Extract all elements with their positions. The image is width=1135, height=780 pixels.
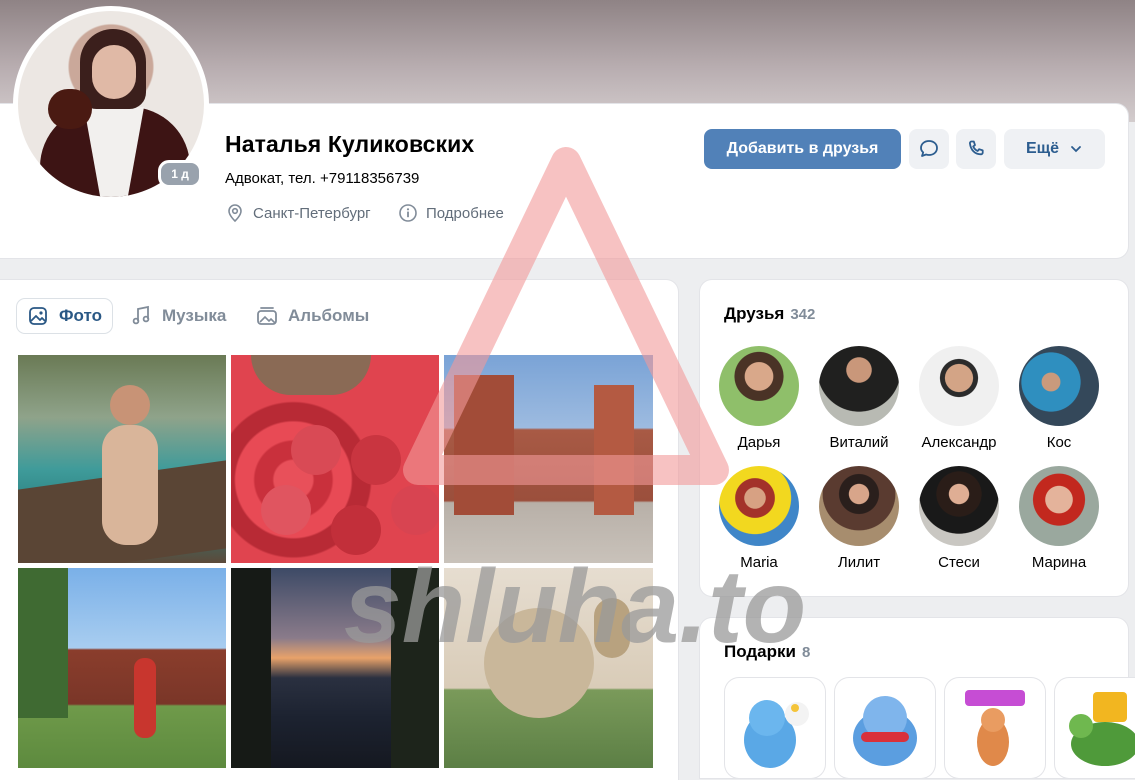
profile-city: Санкт-Петербург [225, 203, 371, 223]
cat-with-flowers-sticker-icon [744, 700, 809, 768]
photo-icon [29, 307, 47, 325]
friends-header[interactable]: Друзья 342 [724, 304, 815, 324]
location-pin-icon [228, 204, 242, 223]
friends-count: 342 [790, 306, 816, 323]
more-label: Ещё [1025, 140, 1060, 157]
gifts-header[interactable]: Подарки 8 [724, 642, 810, 662]
phone-icon [969, 140, 984, 156]
tab-photos[interactable]: Фото [17, 299, 112, 333]
avatar [719, 346, 799, 426]
tab-albums-label: Альбомы [288, 306, 370, 325]
add-friend-button[interactable]: Добавить в друзья [704, 129, 901, 169]
info-icon [399, 204, 417, 222]
albums-icon [257, 307, 277, 325]
tab-music-label: Музыка [162, 306, 227, 325]
friend-item[interactable]: Дарья [711, 346, 807, 451]
photo-thumbnail[interactable] [231, 568, 439, 768]
avatar [719, 466, 799, 546]
profile-details-link[interactable]: Подробнее [398, 203, 504, 223]
friend-item[interactable]: Лилит [811, 466, 907, 571]
gifts-title: Подарки [724, 642, 796, 661]
gift-item[interactable] [835, 678, 935, 778]
avatar [1019, 346, 1099, 426]
happy-birthday-sticker-icon [965, 690, 1025, 766]
profile-status: Адвокат, тел. +79118356739 [225, 170, 420, 187]
friend-item[interactable]: Марина [1011, 466, 1107, 571]
avatar [819, 466, 899, 546]
avatar [1019, 466, 1099, 546]
message-button[interactable] [909, 129, 949, 169]
profile-name: Наталья Куликовских [225, 131, 475, 157]
gift-item[interactable] [1055, 678, 1135, 778]
friend-name: Александр [921, 434, 997, 451]
more-actions-dropdown[interactable]: Ещё [1004, 129, 1105, 169]
chevron-down-icon [1071, 146, 1081, 153]
tab-music[interactable]: Музыка [120, 299, 236, 333]
message-icon [920, 140, 938, 157]
photo-thumbnail[interactable] [444, 568, 653, 768]
tab-albums[interactable]: Альбомы [246, 299, 379, 333]
last-seen-badge: 1 д [158, 160, 202, 188]
friend-name: Maria [740, 554, 778, 571]
music-icon [132, 305, 150, 325]
gifts-count: 8 [801, 644, 811, 661]
photo-thumbnail[interactable] [18, 355, 226, 563]
photo-thumbnail[interactable] [231, 355, 439, 563]
friend-item[interactable]: Стеси [911, 466, 1007, 571]
gift-item[interactable] [725, 678, 825, 778]
friend-name: Виталий [829, 434, 889, 451]
turtle-gift-sticker-icon [1069, 692, 1135, 766]
details-label: Подробнее [426, 204, 504, 222]
gift-item[interactable] [945, 678, 1045, 778]
avatar [819, 346, 899, 426]
friend-item[interactable]: Maria [711, 466, 807, 571]
friend-name: Стеси [938, 554, 980, 571]
friends-title: Друзья [724, 304, 785, 323]
blue-cat-sticker-icon [853, 696, 917, 766]
friend-item[interactable]: Виталий [811, 346, 907, 451]
avatar [919, 466, 999, 546]
call-button[interactable] [956, 129, 996, 169]
friend-item[interactable]: Александр [911, 346, 1007, 451]
tab-photos-label: Фото [59, 306, 102, 325]
friend-name: Дарья [737, 434, 781, 451]
friend-item[interactable]: Кос [1011, 346, 1107, 451]
city-label: Санкт-Петербург [253, 204, 371, 222]
friend-name: Марина [1031, 554, 1087, 571]
friend-name: Лилит [837, 554, 881, 571]
friend-name: Кос [1046, 434, 1072, 451]
photo-thumbnail[interactable] [444, 355, 653, 563]
avatar [919, 346, 999, 426]
photo-thumbnail[interactable] [18, 568, 226, 768]
